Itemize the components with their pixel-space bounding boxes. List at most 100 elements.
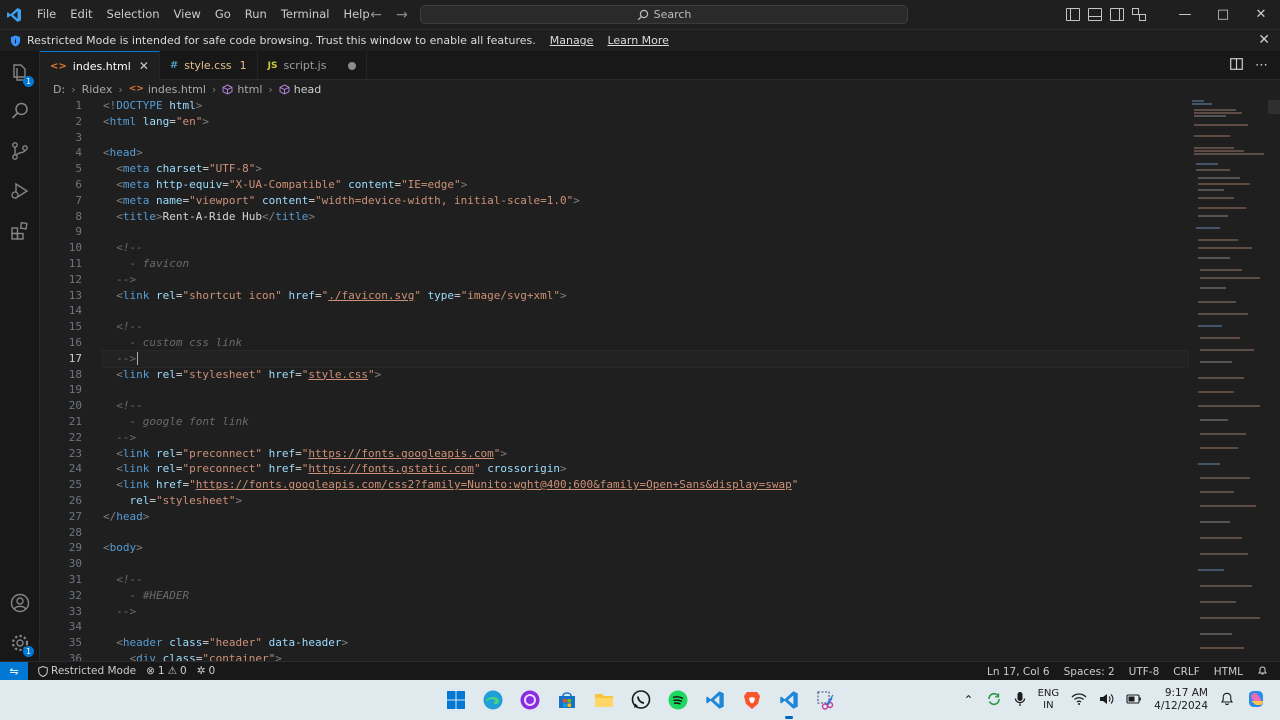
- line-number: 29: [68, 541, 82, 555]
- search-sidebar-icon[interactable]: [8, 99, 32, 123]
- more-actions-icon[interactable]: ⋯: [1255, 58, 1268, 73]
- spotify-icon[interactable]: [666, 688, 690, 712]
- code-line: <title>Rent-A-Ride Hub</title>: [116, 209, 315, 223]
- copilot-icon[interactable]: [1246, 689, 1266, 712]
- notifications-bell-icon[interactable]: [1257, 665, 1268, 679]
- menu-view[interactable]: View: [167, 0, 208, 29]
- ports-status[interactable]: ✲ 0: [197, 665, 216, 677]
- toggle-primary-sidebar-icon[interactable]: [1066, 8, 1080, 21]
- system-clock[interactable]: 9:17 AM 4/12/2024: [1154, 687, 1208, 713]
- cortana-circle-icon[interactable]: [518, 688, 542, 712]
- tab-script-js[interactable]: JS script.js: [258, 51, 368, 80]
- code-line: <link href="https://fonts.googleapis.com…: [116, 478, 799, 492]
- notification-bell-icon[interactable]: [1220, 691, 1234, 709]
- toggle-secondary-sidebar-icon[interactable]: [1110, 8, 1124, 21]
- vscode-taskbar-icon[interactable]: [703, 688, 727, 712]
- code-line: - custom css link: [116, 335, 243, 349]
- volume-icon[interactable]: [1099, 692, 1114, 709]
- close-window-button[interactable]: ✕: [1242, 0, 1280, 29]
- sync-refresh-icon[interactable]: [986, 691, 1002, 710]
- system-tray: ⌃ ENG IN 9:17 AM 4/12/2024: [964, 680, 1266, 720]
- menu-terminal[interactable]: Terminal: [274, 0, 337, 29]
- clock-date: 4/12/2024: [1154, 700, 1208, 712]
- code-line: rel="stylesheet">: [129, 493, 243, 507]
- cursor-position[interactable]: Ln 17, Col 6: [987, 666, 1050, 678]
- encoding[interactable]: UTF-8: [1129, 666, 1160, 678]
- language-mode[interactable]: HTML: [1214, 666, 1243, 678]
- line-number: 26: [68, 493, 82, 507]
- breadcrumb-head[interactable]: head: [279, 83, 321, 96]
- scrollbar-thumb[interactable]: [1268, 100, 1280, 114]
- breadcrumb-html[interactable]: html: [222, 83, 262, 96]
- element-cube-icon: [222, 83, 233, 95]
- snipping-tool-icon[interactable]: [814, 688, 838, 712]
- line-number: 23: [68, 446, 82, 460]
- menu-file[interactable]: File: [30, 0, 63, 29]
- extensions-icon[interactable]: [8, 219, 32, 243]
- show-hidden-icons-chevron-icon[interactable]: ⌃: [964, 693, 974, 707]
- code-editor[interactable]: 1 2 3 4 5 6 7 8 9 10 11 12 13 14 15 16 1…: [40, 98, 1280, 661]
- status-right: Ln 17, Col 6 Spaces: 2 UTF-8 CRLF HTML: [987, 662, 1268, 681]
- toggle-panel-icon[interactable]: [1088, 8, 1102, 21]
- edge-browser-icon[interactable]: [481, 688, 505, 712]
- minimize-button[interactable]: —: [1166, 0, 1204, 29]
- maximize-button[interactable]: □: [1204, 0, 1242, 29]
- line-number-current: 17: [68, 351, 82, 365]
- shield-icon: i: [10, 35, 21, 46]
- breadcrumb-folder[interactable]: Ridex: [82, 83, 113, 96]
- microphone-icon[interactable]: [1014, 691, 1026, 710]
- menu-selection[interactable]: Selection: [100, 0, 167, 29]
- menu-bar: File Edit Selection View Go Run Terminal…: [30, 0, 377, 29]
- explorer-icon[interactable]: 1: [8, 61, 34, 87]
- code-area[interactable]: <!DOCTYPE html> <html lang="en"> <head> …: [102, 98, 1189, 661]
- breadcrumb-drive[interactable]: D:: [53, 83, 65, 96]
- input-language[interactable]: ENG IN: [1038, 688, 1060, 712]
- title-bar: File Edit Selection View Go Run Terminal…: [0, 0, 1280, 29]
- unsaved-dot-icon[interactable]: [348, 61, 357, 70]
- close-banner-icon[interactable]: ✕: [1258, 32, 1270, 48]
- warning-count: 0: [180, 665, 187, 677]
- accounts-icon[interactable]: [8, 591, 32, 615]
- html-file-icon: <>: [50, 60, 67, 72]
- forward-arrow-icon[interactable]: →: [394, 7, 410, 23]
- minimap[interactable]: [1190, 98, 1268, 661]
- indentation[interactable]: Spaces: 2: [1064, 666, 1115, 678]
- breadcrumb-html-label: html: [237, 82, 263, 96]
- close-tab-icon[interactable]: ✕: [139, 59, 149, 73]
- remote-indicator-icon[interactable]: ⇋: [0, 661, 28, 681]
- back-arrow-icon[interactable]: ←: [368, 7, 384, 23]
- file-explorer-icon[interactable]: [592, 688, 616, 712]
- windows-taskbar: ⌃ ENG IN 9:17 AM 4/12/2024: [0, 680, 1280, 720]
- ports-count: 0: [208, 665, 216, 677]
- restricted-mode-status[interactable]: Restricted Mode: [38, 665, 136, 677]
- menu-run[interactable]: Run: [238, 0, 274, 29]
- code-line: <meta name="viewport" content="width=dev…: [116, 193, 580, 207]
- manage-gear-icon[interactable]: 1: [8, 631, 34, 657]
- broadcast-icon: ✲: [196, 665, 206, 677]
- customize-layout-icon[interactable]: [1132, 8, 1146, 21]
- line-number: 19: [68, 383, 82, 397]
- battery-icon[interactable]: [1126, 693, 1142, 708]
- whatsapp-icon[interactable]: [629, 688, 653, 712]
- vscode-active-taskbar-icon[interactable]: [777, 688, 801, 719]
- manage-link[interactable]: Manage: [550, 34, 594, 47]
- breadcrumb-file[interactable]: <> indes.html: [129, 83, 206, 96]
- wifi-icon[interactable]: [1071, 692, 1087, 709]
- windows-start-icon[interactable]: [444, 688, 468, 712]
- learn-more-link[interactable]: Learn More: [607, 34, 669, 47]
- brave-browser-icon[interactable]: [740, 688, 764, 712]
- run-debug-icon[interactable]: [8, 179, 32, 203]
- tab-style-css[interactable]: # style.css 1: [160, 51, 258, 80]
- microsoft-store-icon[interactable]: [555, 688, 579, 712]
- split-editor-icon[interactable]: [1230, 57, 1243, 74]
- tab-indes-html[interactable]: <> indes.html ✕: [40, 51, 160, 80]
- problems-status[interactable]: ⊗ 1 ⚠ 0: [146, 665, 187, 677]
- menu-edit[interactable]: Edit: [63, 0, 99, 29]
- end-of-line[interactable]: CRLF: [1173, 666, 1200, 678]
- command-center-search[interactable]: Search: [420, 5, 908, 24]
- source-control-icon[interactable]: [8, 139, 32, 163]
- line-number: 33: [68, 604, 82, 618]
- menu-go[interactable]: Go: [208, 0, 238, 29]
